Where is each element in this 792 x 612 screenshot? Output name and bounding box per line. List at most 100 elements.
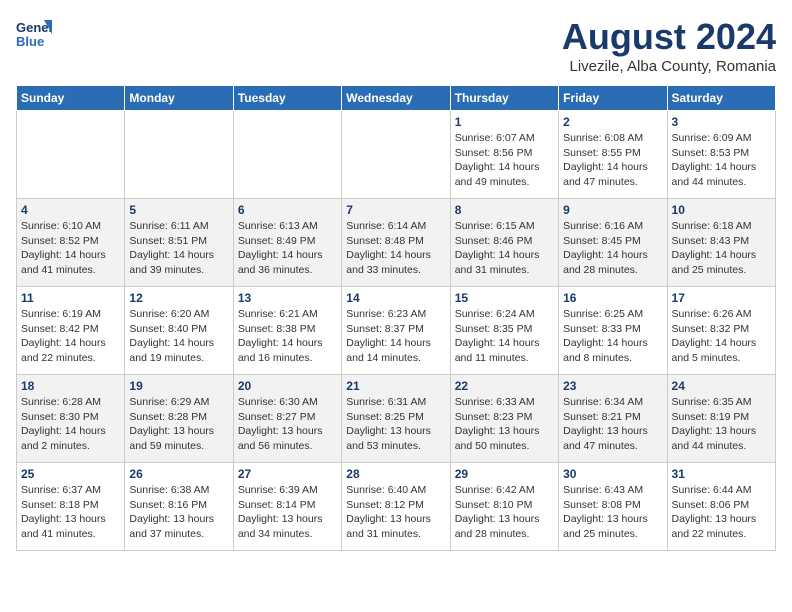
day-info: Sunrise: 6:10 AM Sunset: 8:52 PM Dayligh… (21, 219, 120, 278)
calendar-cell-25: 25 Sunrise: 6:37 AM Sunset: 8:18 PM Dayli… (17, 463, 125, 551)
calendar-cell-1: 1Sunrise: 6:07 AM Sunset: 8:56 PM Daylig… (450, 111, 558, 199)
calendar-cell-14: 14Sunrise: 6:23 AM Sunset: 8:37 PM Dayli… (342, 287, 450, 375)
calendar-cell-2: 2Sunrise: 6:08 AM Sunset: 8:55 PM Daylig… (559, 111, 667, 199)
calendar-subtitle: Livezile, Alba County, Romania (562, 58, 776, 75)
svg-text:Blue: Blue (16, 34, 44, 49)
weekday-header-saturday: Saturday (667, 86, 775, 111)
calendar-cell-10: 10 Sunrise: 6:18 AM Sunset: 8:43 PM Dayli… (667, 199, 775, 287)
day-number: 5 (129, 203, 228, 217)
day-info: Sunrise: 6:26 AM Sunset: 8:32 PM Dayligh… (672, 307, 771, 366)
day-info: Sunrise: 6:09 AM Sunset: 8:53 PM Dayligh… (672, 131, 771, 190)
day-info: Sunrise: 6:38 AM Sunset: 8:16 PM Dayligh… (129, 483, 228, 542)
day-number: 10 (672, 203, 771, 217)
calendar-cell-3: 3 Sunrise: 6:09 AM Sunset: 8:53 PM Daylig… (667, 111, 775, 199)
day-info: Sunrise: 6:19 AM Sunset: 8:42 PM Dayligh… (21, 307, 120, 366)
calendar-cell-empty-0-1 (125, 111, 233, 199)
day-number: 31 (672, 467, 771, 481)
day-number: 18 (21, 379, 120, 393)
weekday-header-friday: Friday (559, 86, 667, 111)
day-number: 25 (21, 467, 120, 481)
calendar-cell-8: 8 Sunrise: 6:15 AM Sunset: 8:46 PM Daylig… (450, 199, 558, 287)
calendar-cell-22: 22 Sunrise: 6:33 AM Sunset: 8:23 PM Dayli… (450, 375, 558, 463)
day-info: Sunrise: 6:16 AM Sunset: 8:45 PM Dayligh… (563, 219, 662, 278)
day-number: 16 (563, 291, 662, 305)
calendar-cell-20: 20Sunrise: 6:30 AM Sunset: 8:27 PM Dayli… (233, 375, 341, 463)
weekday-header-monday: Monday (125, 86, 233, 111)
calendar-week-4: 25 Sunrise: 6:37 AM Sunset: 8:18 PM Dayli… (17, 463, 776, 551)
day-info: Sunrise: 6:35 AM Sunset: 8:19 PM Dayligh… (672, 395, 771, 454)
day-info: Sunrise: 6:14 AM Sunset: 8:48 PM Dayligh… (346, 219, 445, 278)
day-info: Sunrise: 6:30 AM Sunset: 8:27 PM Dayligh… (238, 395, 337, 454)
calendar-cell-28: 28 Sunrise: 6:40 AM Sunset: 8:12 PM Dayli… (342, 463, 450, 551)
day-number: 24 (672, 379, 771, 393)
day-number: 7 (346, 203, 445, 217)
weekday-header-sunday: Sunday (17, 86, 125, 111)
calendar-week-2: 11 Sunrise: 6:19 AM Sunset: 8:42 PM Dayli… (17, 287, 776, 375)
day-number: 13 (238, 291, 337, 305)
day-info: Sunrise: 6:28 AM Sunset: 8:30 PM Dayligh… (21, 395, 120, 454)
calendar-cell-9: 9Sunrise: 6:16 AM Sunset: 8:45 PM Daylig… (559, 199, 667, 287)
day-number: 6 (238, 203, 337, 217)
day-number: 3 (672, 115, 771, 129)
calendar-cell-16: 16 Sunrise: 6:25 AM Sunset: 8:33 PM Dayli… (559, 287, 667, 375)
calendar-cell-6: 6 Sunrise: 6:13 AM Sunset: 8:49 PM Daylig… (233, 199, 341, 287)
day-number: 11 (21, 291, 120, 305)
calendar-cell-31: 31 Sunrise: 6:44 AM Sunset: 8:06 PM Dayli… (667, 463, 775, 551)
day-number: 30 (563, 467, 662, 481)
day-info: Sunrise: 6:11 AM Sunset: 8:51 PM Dayligh… (129, 219, 228, 278)
calendar-week-1: 4 Sunrise: 6:10 AM Sunset: 8:52 PM Daylig… (17, 199, 776, 287)
day-number: 2 (563, 115, 662, 129)
day-info: Sunrise: 6:29 AM Sunset: 8:28 PM Dayligh… (129, 395, 228, 454)
day-number: 4 (21, 203, 120, 217)
calendar-header: SundayMondayTuesdayWednesdayThursdayFrid… (17, 86, 776, 111)
day-number: 22 (455, 379, 554, 393)
day-number: 23 (563, 379, 662, 393)
calendar-cell-26: 26 Sunrise: 6:38 AM Sunset: 8:16 PM Dayli… (125, 463, 233, 551)
day-info: Sunrise: 6:33 AM Sunset: 8:23 PM Dayligh… (455, 395, 554, 454)
day-info: Sunrise: 6:13 AM Sunset: 8:49 PM Dayligh… (238, 219, 337, 278)
day-info: Sunrise: 6:37 AM Sunset: 8:18 PM Dayligh… (21, 483, 120, 542)
day-number: 12 (129, 291, 228, 305)
logo-icon: General Blue (16, 16, 52, 52)
calendar-cell-15: 15Sunrise: 6:24 AM Sunset: 8:35 PM Dayli… (450, 287, 558, 375)
calendar-cell-7: 7 Sunrise: 6:14 AM Sunset: 8:48 PM Daylig… (342, 199, 450, 287)
calendar-cell-27: 27Sunrise: 6:39 AM Sunset: 8:14 PM Dayli… (233, 463, 341, 551)
day-number: 8 (455, 203, 554, 217)
calendar-cell-23: 23 Sunrise: 6:34 AM Sunset: 8:21 PM Dayli… (559, 375, 667, 463)
calendar-body: 1Sunrise: 6:07 AM Sunset: 8:56 PM Daylig… (17, 111, 776, 551)
day-info: Sunrise: 6:18 AM Sunset: 8:43 PM Dayligh… (672, 219, 771, 278)
day-number: 26 (129, 467, 228, 481)
day-info: Sunrise: 6:31 AM Sunset: 8:25 PM Dayligh… (346, 395, 445, 454)
calendar-week-0: 1Sunrise: 6:07 AM Sunset: 8:56 PM Daylig… (17, 111, 776, 199)
calendar-cell-empty-0-2 (233, 111, 341, 199)
calendar-cell-17: 17 Sunrise: 6:26 AM Sunset: 8:32 PM Dayli… (667, 287, 775, 375)
calendar-title: August 2024 (562, 16, 776, 58)
day-info: Sunrise: 6:44 AM Sunset: 8:06 PM Dayligh… (672, 483, 771, 542)
day-info: Sunrise: 6:42 AM Sunset: 8:10 PM Dayligh… (455, 483, 554, 542)
calendar-cell-29: 29 Sunrise: 6:42 AM Sunset: 8:10 PM Dayli… (450, 463, 558, 551)
day-info: Sunrise: 6:43 AM Sunset: 8:08 PM Dayligh… (563, 483, 662, 542)
calendar-cell-18: 18 Sunrise: 6:28 AM Sunset: 8:30 PM Dayli… (17, 375, 125, 463)
day-number: 1 (455, 115, 554, 129)
calendar-cell-19: 19Sunrise: 6:29 AM Sunset: 8:28 PM Dayli… (125, 375, 233, 463)
weekday-header-thursday: Thursday (450, 86, 558, 111)
day-info: Sunrise: 6:20 AM Sunset: 8:40 PM Dayligh… (129, 307, 228, 366)
day-number: 17 (672, 291, 771, 305)
day-info: Sunrise: 6:15 AM Sunset: 8:46 PM Dayligh… (455, 219, 554, 278)
calendar-cell-13: 13Sunrise: 6:21 AM Sunset: 8:38 PM Dayli… (233, 287, 341, 375)
day-info: Sunrise: 6:40 AM Sunset: 8:12 PM Dayligh… (346, 483, 445, 542)
calendar-cell-12: 12 Sunrise: 6:20 AM Sunset: 8:40 PM Dayli… (125, 287, 233, 375)
day-number: 28 (346, 467, 445, 481)
calendar-cell-21: 21 Sunrise: 6:31 AM Sunset: 8:25 PM Dayli… (342, 375, 450, 463)
header: General Blue August 2024 Livezile, Alba … (16, 16, 776, 75)
calendar-cell-24: 24 Sunrise: 6:35 AM Sunset: 8:19 PM Dayli… (667, 375, 775, 463)
day-number: 14 (346, 291, 445, 305)
day-info: Sunrise: 6:34 AM Sunset: 8:21 PM Dayligh… (563, 395, 662, 454)
weekday-header-wednesday: Wednesday (342, 86, 450, 111)
day-number: 27 (238, 467, 337, 481)
day-number: 21 (346, 379, 445, 393)
day-info: Sunrise: 6:25 AM Sunset: 8:33 PM Dayligh… (563, 307, 662, 366)
calendar-cell-empty-0-3 (342, 111, 450, 199)
calendar-week-3: 18 Sunrise: 6:28 AM Sunset: 8:30 PM Dayli… (17, 375, 776, 463)
day-number: 29 (455, 467, 554, 481)
